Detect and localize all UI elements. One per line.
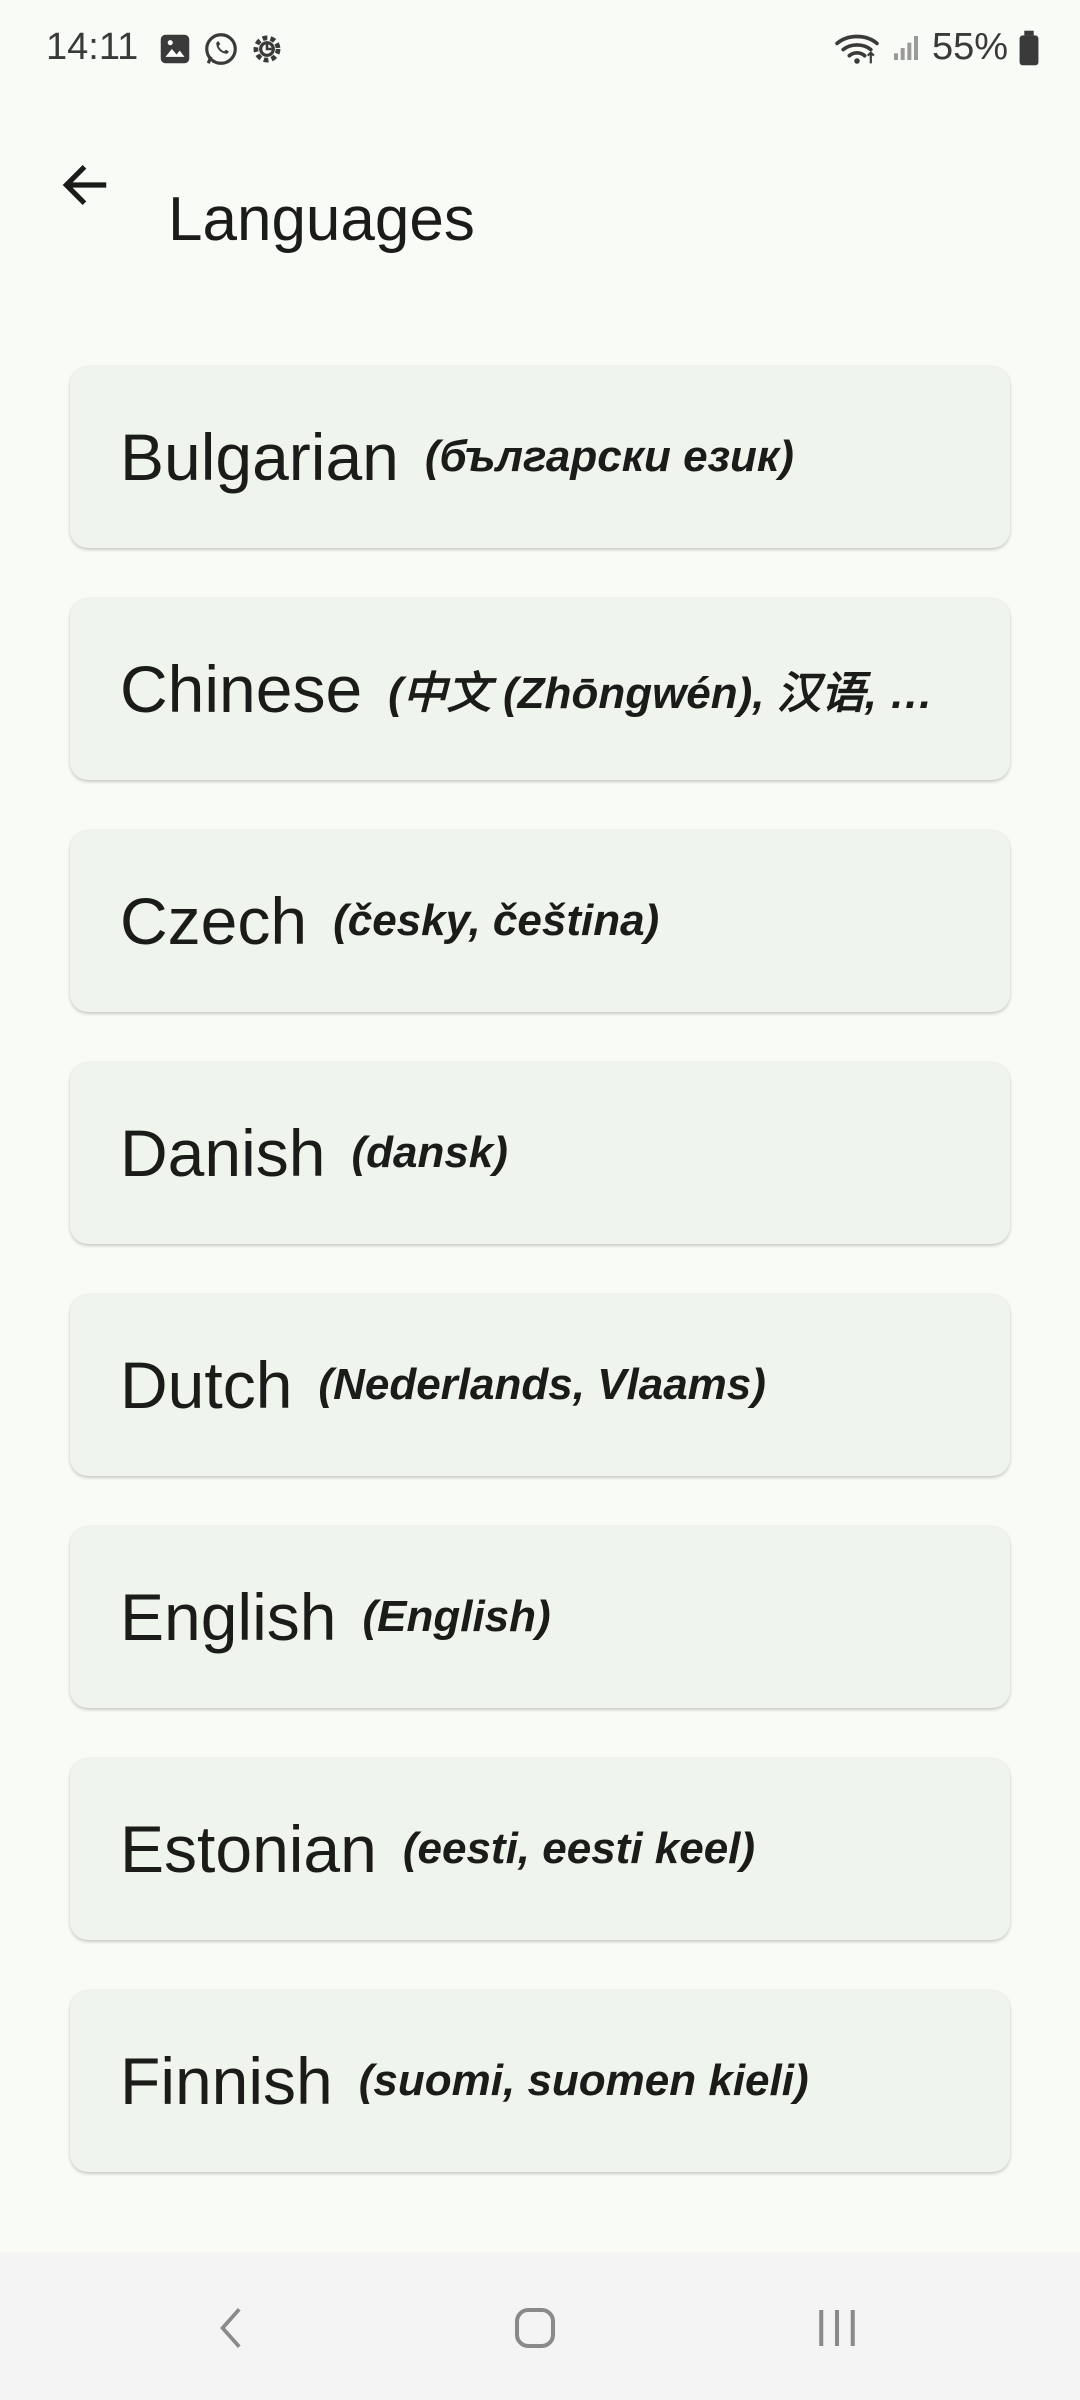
language-name: Danish — [120, 1116, 326, 1190]
nav-recents-button[interactable] — [792, 2288, 882, 2368]
language-native-name: (中文 (Zhōngwén), 汉语, 漢語) — [388, 669, 970, 718]
page-title: Languages — [168, 184, 475, 254]
language-name: English — [120, 1580, 337, 1654]
language-name: Chinese — [120, 652, 363, 726]
language-name: Bulgarian — [120, 420, 399, 494]
language-item-czech[interactable]: Czech (česky, čeština) — [70, 830, 1010, 1012]
battery-icon — [1019, 30, 1039, 65]
wifi-icon — [835, 34, 879, 64]
language-item-dutch[interactable]: Dutch (Nederlands, Vlaams) — [70, 1294, 1010, 1476]
language-item-finnish[interactable]: Finnish (suomi, suomen kieli) — [70, 1990, 1010, 2172]
language-name: Finnish — [120, 2044, 333, 2118]
language-name: Dutch — [120, 1348, 293, 1422]
language-native-name: (suomi, suomen kieli) — [358, 2056, 809, 2105]
battery-percent: 55% — [931, 26, 1008, 68]
language-native-name: (Nederlands, Vlaams) — [318, 1360, 766, 1409]
arrow-back-icon — [62, 165, 107, 205]
language-item-danish[interactable]: Danish (dansk) — [70, 1062, 1010, 1244]
language-list: Bulgarian (български език) Chinese (中文 (… — [70, 366, 1010, 2222]
app-bar: Languages — [0, 120, 1080, 254]
language-name: Czech — [120, 884, 308, 958]
language-native-name: (English) — [362, 1592, 551, 1641]
nav-home-button[interactable] — [490, 2288, 580, 2368]
language-name: Estonian — [120, 1812, 377, 1886]
nav-recents-icon — [819, 2310, 855, 2346]
gallery-icon — [160, 34, 190, 64]
nav-home-icon — [514, 2307, 556, 2349]
language-item-chinese[interactable]: Chinese (中文 (Zhōngwén), 汉语, 漢語) — [70, 598, 1010, 780]
nav-back-icon — [220, 2308, 241, 2348]
language-native-name: (dansk) — [351, 1128, 508, 1177]
system-status-icons: 55% — [834, 26, 1040, 69]
nav-back-button[interactable] — [188, 2288, 278, 2368]
status-bar: 14:11 55% — [0, 0, 1080, 100]
language-native-name: (česky, čeština) — [333, 896, 660, 945]
language-item-bulgarian[interactable]: Bulgarian (български език) — [70, 366, 1010, 548]
language-native-name: (български език) — [424, 432, 794, 481]
navigation-bar — [0, 2252, 1080, 2400]
language-native-name: (eesti, eesti keel) — [402, 1824, 756, 1873]
language-item-english[interactable]: English (English) — [70, 1526, 1010, 1708]
language-item-estonian[interactable]: Estonian (eesti, eesti keel) — [70, 1758, 1010, 1940]
notification-icons — [156, 30, 286, 68]
whatsapp-icon — [205, 33, 237, 65]
status-time: 14:11 — [46, 26, 139, 68]
signal-icon — [893, 35, 918, 60]
settings-notification-icon — [253, 35, 281, 63]
back-button[interactable] — [40, 140, 130, 230]
